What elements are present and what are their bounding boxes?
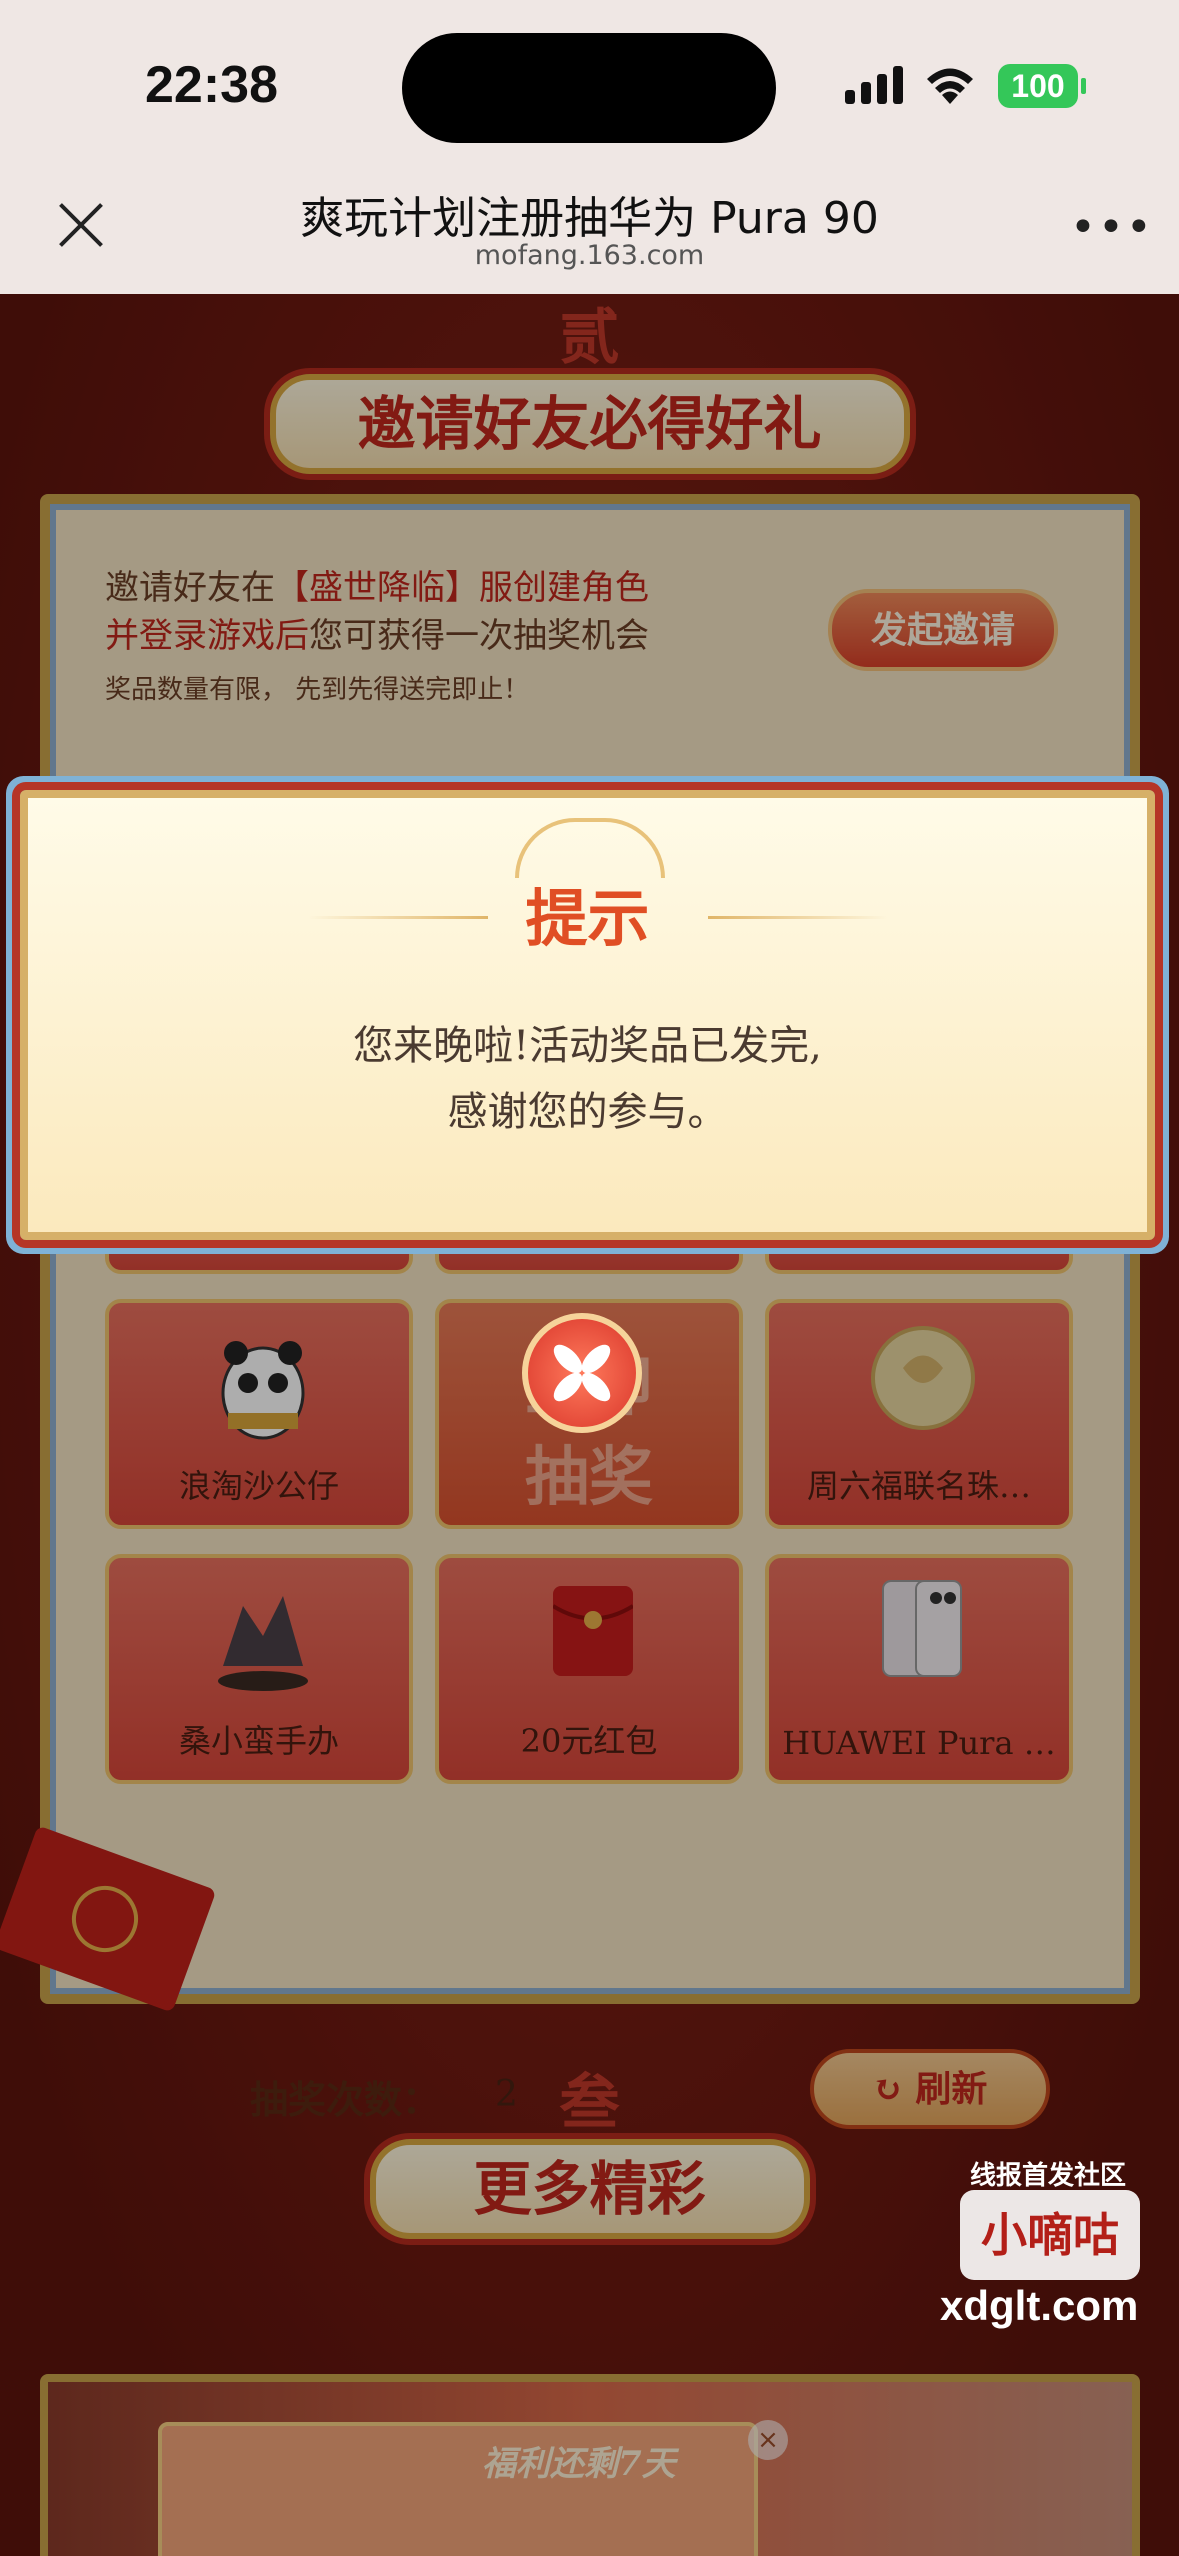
cellular-signal-icon: [845, 66, 903, 104]
more-options-icon[interactable]: •••: [1070, 206, 1154, 250]
wifi-icon: [927, 68, 973, 104]
modal-message: 您来晚啦!活动奖品已发完, 感谢您的参与。: [353, 1023, 822, 1135]
watermark-domain: xdglt.com: [940, 2282, 1139, 2329]
modal-title: 提示: [525, 882, 650, 955]
battery-indicator: 100: [998, 64, 1086, 108]
browser-header: 爽玩计划注册抽华为 Pura 90 mofang.163.com •••: [0, 170, 1179, 294]
page-url: mofang.163.com: [474, 240, 705, 271]
watermark-logo: 小嘀咕: [960, 2190, 1140, 2280]
status-bar: 22:38 100: [0, 0, 1179, 170]
modal-close-button[interactable]: [522, 1313, 642, 1433]
dynamic-island: [402, 33, 776, 143]
watermark-text: 线报首发社区: [970, 2161, 1127, 2191]
close-flower-icon: [553, 1344, 611, 1402]
page-title: 爽玩计划注册抽华为 Pura 90: [300, 193, 879, 244]
status-time: 22:38: [145, 56, 278, 114]
notice-modal: 提示 您来晚啦!活动奖品已发完, 感谢您的参与。: [20, 790, 1155, 1240]
